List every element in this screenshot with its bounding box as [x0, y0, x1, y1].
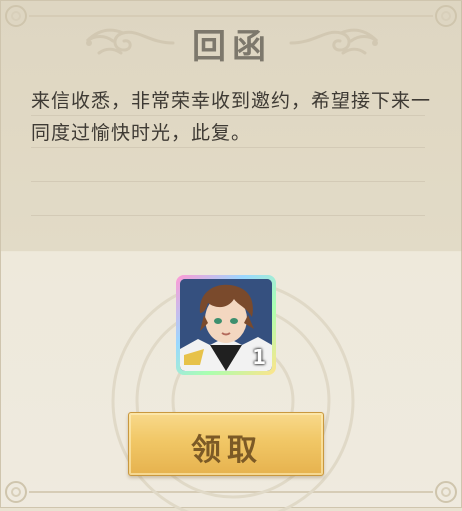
reward-count: 1	[252, 345, 266, 369]
ruled-line	[31, 115, 425, 116]
ruled-line	[31, 181, 425, 182]
corner-ornament-icon	[435, 481, 457, 503]
reward-item-slot[interactable]: 1	[176, 275, 276, 375]
flourish-right-icon	[289, 28, 379, 55]
claim-button[interactable]: 领取	[128, 412, 324, 476]
claim-button-label: 领取	[191, 433, 263, 468]
ruled-line	[31, 215, 425, 216]
letter-body: 来信收悉，非常荣幸收到邀约，希望接下来一同度过愉快时光，此复。	[31, 90, 432, 144]
letter-title: 回函	[192, 27, 272, 67]
reward-item-portrait: 1	[180, 279, 272, 371]
letter-panel: 回函 来信收悉，非常荣幸收到邀约，希望接下来一同度过愉快时光，此复。 1 领取	[0, 0, 462, 511]
corner-ornament-icon	[5, 481, 27, 503]
ruled-line	[31, 147, 425, 148]
title-bar: 回函	[1, 17, 462, 67]
